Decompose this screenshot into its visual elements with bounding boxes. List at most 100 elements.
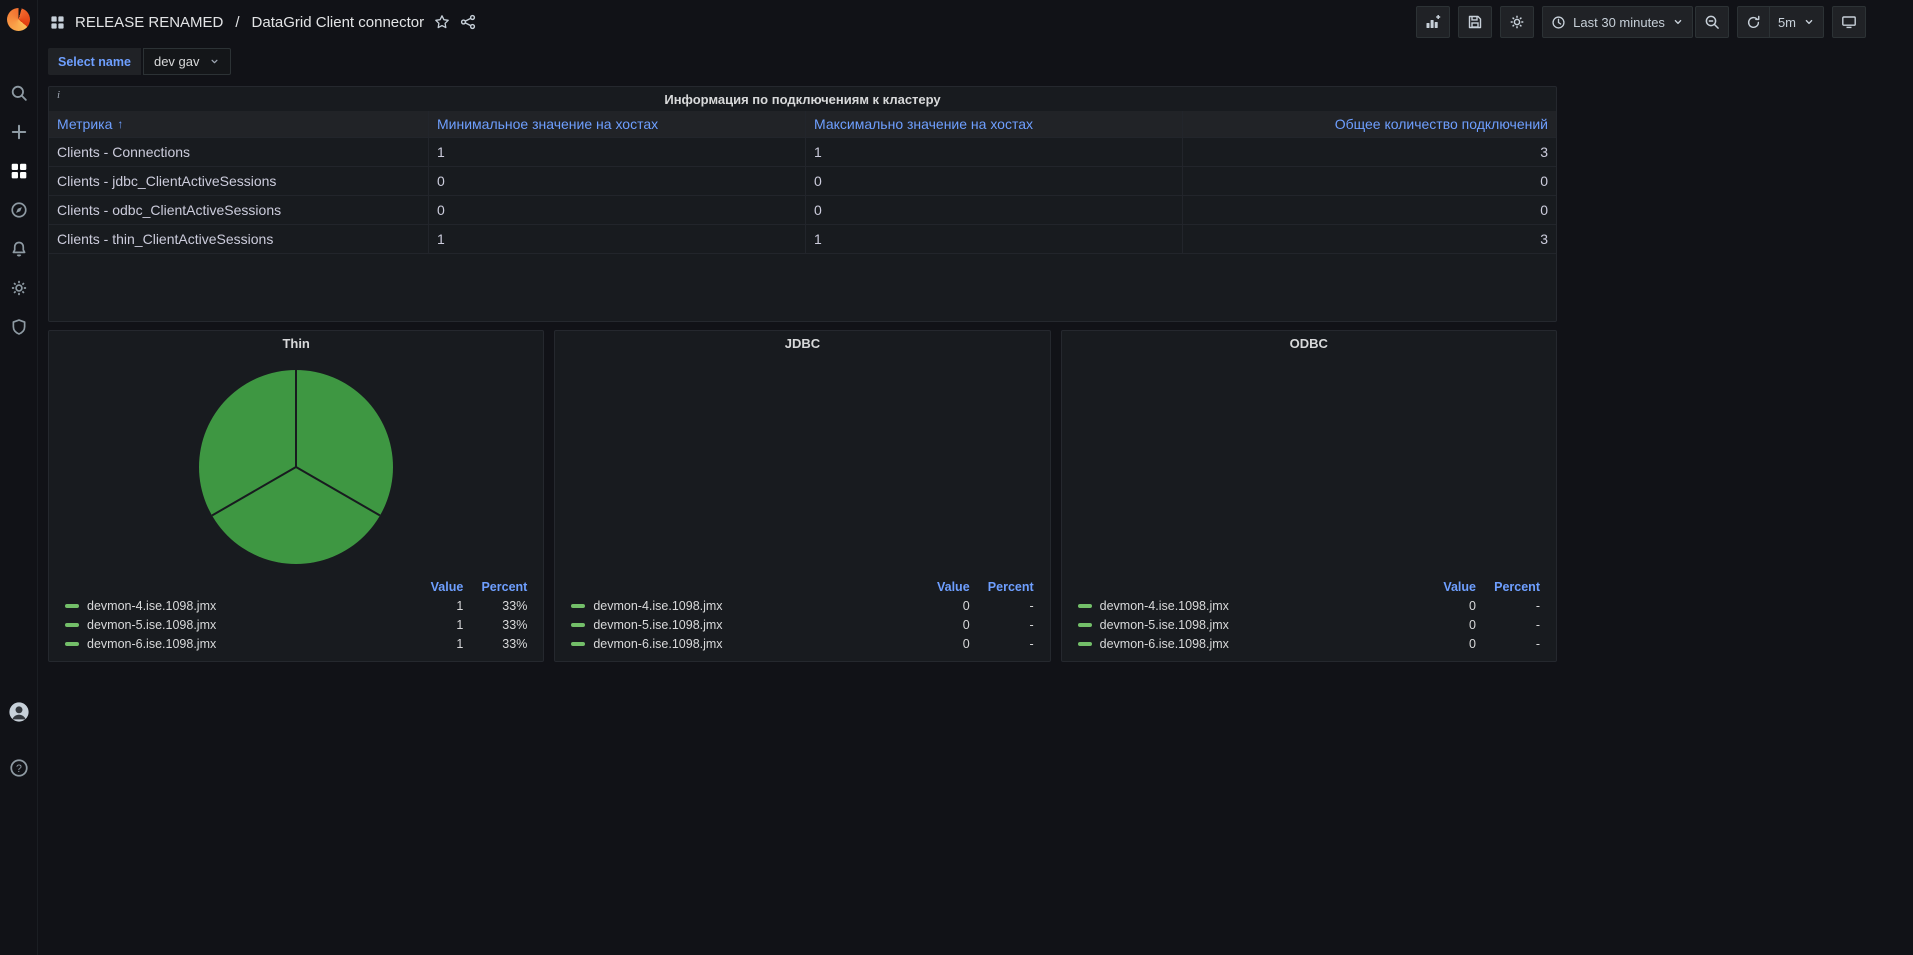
clock-icon	[1551, 15, 1566, 30]
legend-rows: devmon-4.ise.1098.jmx0-devmon-5.ise.1098…	[1078, 596, 1540, 653]
help-icon[interactable]: ?	[0, 748, 38, 787]
legend-row: devmon-4.ise.1098.jmx133%	[65, 596, 527, 615]
legend-percent: -	[970, 637, 1034, 651]
save-dashboard-button[interactable]	[1458, 6, 1492, 38]
column-header-max[interactable]: Максимально значение на хостах	[806, 111, 1183, 137]
refresh-interval-label: 5m	[1778, 15, 1796, 30]
series-name: devmon-6.ise.1098.jmx	[593, 637, 722, 651]
legend-value-header[interactable]: Value	[1418, 580, 1476, 594]
metric-value-cell: 1	[806, 225, 1183, 253]
legend-series-label[interactable]: devmon-4.ise.1098.jmx	[1078, 599, 1418, 613]
user-avatar[interactable]	[0, 692, 38, 731]
tv-mode-button[interactable]	[1832, 6, 1866, 38]
refresh-interval-picker[interactable]: 5m	[1769, 6, 1824, 38]
pie-panel-title[interactable]: ODBC	[1062, 331, 1556, 355]
pie-slice-separator	[212, 466, 297, 516]
column-label: Максимально значение на хостах	[814, 116, 1033, 132]
series-name: devmon-4.ise.1098.jmx	[1100, 599, 1229, 613]
legend-row: devmon-5.ise.1098.jmx0-	[1078, 615, 1540, 634]
legend-percent: -	[1476, 618, 1540, 632]
legend-percent: -	[970, 599, 1034, 613]
panel-info-icon[interactable]: i	[53, 88, 64, 102]
pie-panel-jdbc: JDBC Value Percent devmon-4.ise.1098.jmx…	[554, 330, 1050, 662]
legend-value-header[interactable]: Value	[912, 580, 970, 594]
time-range-picker[interactable]: Last 30 minutes	[1542, 6, 1693, 38]
variable-value-dropdown[interactable]: dev gav	[143, 48, 231, 75]
breadcrumb-separator: /	[235, 14, 239, 31]
legend-series-label[interactable]: devmon-6.ise.1098.jmx	[65, 637, 405, 651]
grafana-logo-icon[interactable]	[7, 8, 30, 31]
column-header-min[interactable]: Минимальное значение на хостах	[429, 111, 806, 137]
series-color-swatch	[65, 623, 79, 627]
configuration-gear-icon[interactable]	[0, 268, 38, 307]
metric-name-cell: Clients - thin_ClientActiveSessions	[49, 225, 429, 253]
zoom-out-time-button[interactable]	[1695, 6, 1729, 38]
chevron-down-icon	[209, 56, 220, 67]
series-color-swatch	[65, 642, 79, 646]
dashboard-settings-button[interactable]	[1500, 6, 1534, 38]
pie-panel-thin: Thin Value Percent devmon-4.ise.1098.jmx…	[48, 330, 544, 662]
legend-series-label[interactable]: devmon-6.ise.1098.jmx	[571, 637, 911, 651]
legend-series-label[interactable]: devmon-4.ise.1098.jmx	[571, 599, 911, 613]
breadcrumb-dashboard-title[interactable]: DataGrid Client connector	[252, 14, 425, 31]
pie-slice-separator	[296, 466, 381, 516]
star-icon[interactable]	[434, 14, 450, 30]
legend-percent-header[interactable]: Percent	[463, 580, 527, 594]
pie-panels-row: Thin Value Percent devmon-4.ise.1098.jmx…	[48, 330, 1557, 662]
pie-chart-thin	[199, 370, 393, 564]
legend-header-row: Value Percent	[571, 578, 1033, 596]
legend-value: 0	[912, 618, 970, 632]
pie-slice-separator	[295, 370, 297, 467]
legend-value: 0	[912, 637, 970, 651]
legend-series-label[interactable]: devmon-6.ise.1098.jmx	[1078, 637, 1418, 651]
metric-name-cell: Clients - odbc_ClientActiveSessions	[49, 196, 429, 224]
pie-panel-title[interactable]: Thin	[49, 331, 543, 355]
table-panel-title[interactable]: Информация по подключениям к кластеру	[49, 87, 1556, 111]
metric-value-cell: 3	[1183, 138, 1556, 166]
dashboards-grid-icon[interactable]	[0, 151, 38, 190]
pie-panel-title[interactable]: JDBC	[555, 331, 1049, 355]
legend-rows: devmon-4.ise.1098.jmx0-devmon-5.ise.1098…	[571, 596, 1033, 653]
explore-compass-icon[interactable]	[0, 190, 38, 229]
dashboard-squares-icon[interactable]	[50, 15, 65, 30]
server-admin-shield-icon[interactable]	[0, 307, 38, 346]
metric-value-cell: 0	[429, 167, 806, 195]
series-name: devmon-4.ise.1098.jmx	[593, 599, 722, 613]
search-icon[interactable]	[0, 73, 38, 112]
add-panel-button[interactable]	[1416, 6, 1450, 38]
legend-value-header[interactable]: Value	[405, 580, 463, 594]
create-plus-icon[interactable]	[0, 112, 38, 151]
legend-series-label[interactable]: devmon-5.ise.1098.jmx	[1078, 618, 1418, 632]
chevron-down-icon	[1672, 16, 1684, 28]
alerting-bell-icon[interactable]	[0, 229, 38, 268]
breadcrumb-folder[interactable]: RELEASE RENAMED	[75, 14, 223, 31]
dashboard-variables-row: Select name dev gav	[48, 48, 1913, 75]
legend-row: devmon-6.ise.1098.jmx0-	[1078, 634, 1540, 653]
pie-panel-odbc: ODBC Value Percent devmon-4.ise.1098.jmx…	[1061, 330, 1557, 662]
pie-chart-area	[555, 355, 1049, 578]
metric-name-cell: Clients - Connections	[49, 138, 429, 166]
column-header-metric[interactable]: Метрика ↑	[49, 111, 429, 137]
legend-value: 1	[405, 599, 463, 613]
legend-series-label[interactable]: devmon-4.ise.1098.jmx	[65, 599, 405, 613]
legend-row: devmon-5.ise.1098.jmx0-	[571, 615, 1033, 634]
connections-table-body: Clients - Connections113Clients - jdbc_C…	[49, 138, 1556, 254]
column-header-total[interactable]: Общее количество подключений	[1183, 111, 1556, 137]
table-row: Clients - thin_ClientActiveSessions113	[49, 225, 1556, 254]
sidebar-bottom-group: ?	[0, 692, 38, 787]
share-icon[interactable]	[460, 14, 476, 30]
refresh-icon	[1746, 15, 1761, 30]
column-label: Общее количество подключений	[1335, 116, 1548, 132]
legend-series-label[interactable]: devmon-5.ise.1098.jmx	[65, 618, 405, 632]
legend-percent: -	[1476, 599, 1540, 613]
column-label: Метрика	[57, 116, 112, 132]
metric-value-cell: 0	[1183, 167, 1556, 195]
legend-percent-header[interactable]: Percent	[970, 580, 1034, 594]
refresh-button[interactable]	[1737, 6, 1769, 38]
legend-header-row: Value Percent	[65, 578, 527, 596]
legend-series-label[interactable]: devmon-5.ise.1098.jmx	[571, 618, 911, 632]
legend-percent-header[interactable]: Percent	[1476, 580, 1540, 594]
series-color-swatch	[571, 642, 585, 646]
legend-header-row: Value Percent	[1078, 578, 1540, 596]
series-color-swatch	[571, 604, 585, 608]
